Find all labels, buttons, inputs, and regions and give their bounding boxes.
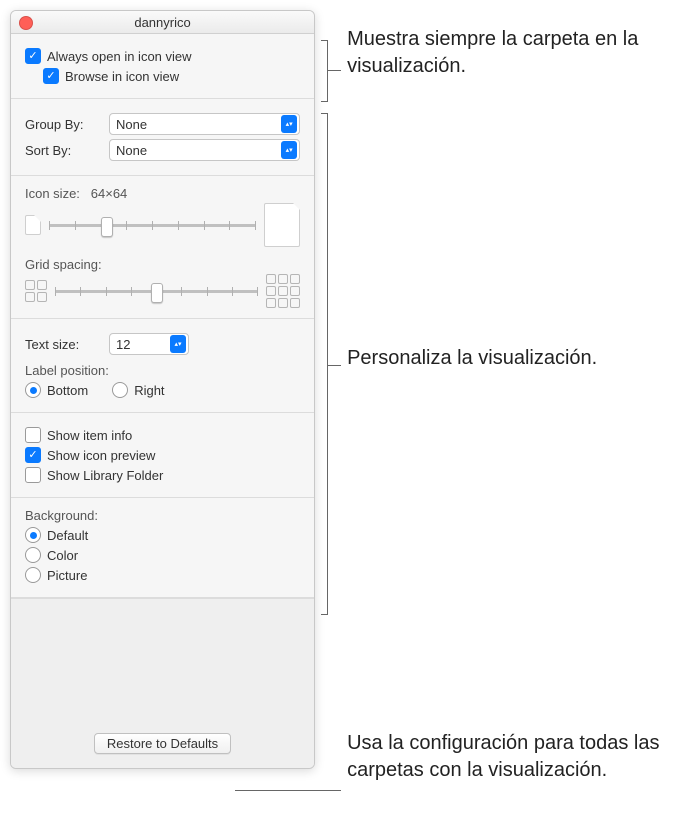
group-by-value: None [116, 117, 147, 132]
show-item-info-checkbox[interactable] [25, 427, 41, 443]
show-icon-preview-checkbox[interactable]: ✓ [25, 447, 41, 463]
label-right-text: Right [134, 383, 164, 398]
grid-spacing-slider[interactable] [55, 281, 258, 301]
group-by-select[interactable]: None ▴▾ [109, 113, 300, 135]
browse-checkbox[interactable]: ✓ [43, 68, 59, 84]
view-options-panel: dannyrico ✓ Always open in icon view ✓ B… [10, 10, 315, 769]
window-title: dannyrico [134, 15, 190, 30]
chevron-updown-icon: ▴▾ [170, 335, 186, 353]
grid-spacing-label: Grid spacing: [25, 257, 300, 272]
text-size-value: 12 [116, 337, 130, 352]
annotation-3: Usa la configuración para todas las carp… [347, 730, 663, 784]
grid-tight-icon [25, 280, 47, 302]
label-bottom-text: Bottom [47, 383, 88, 398]
always-open-label: Always open in icon view [47, 49, 192, 64]
bg-color-radio[interactable] [25, 547, 41, 563]
bg-color-label: Color [47, 548, 78, 563]
icon-size-label: Icon size: [25, 186, 80, 201]
restore-defaults-label: Restore to Defaults [107, 736, 218, 751]
file-small-icon [25, 215, 41, 235]
group-by-label: Group By: [25, 117, 103, 132]
show-icon-preview-label: Show icon preview [47, 448, 155, 463]
sort-by-label: Sort By: [25, 143, 103, 158]
titlebar: dannyrico [11, 11, 314, 34]
annotation-2: Personaliza la visualización. [347, 345, 597, 372]
browse-label: Browse in icon view [65, 69, 179, 84]
label-right-radio[interactable] [112, 382, 128, 398]
text-size-select[interactable]: 12 ▴▾ [109, 333, 189, 355]
bg-default-label: Default [47, 528, 88, 543]
background-label: Background: [25, 508, 300, 523]
show-library-checkbox[interactable] [25, 467, 41, 483]
text-size-label: Text size: [25, 337, 103, 352]
show-item-info-label: Show item info [47, 428, 132, 443]
icon-size-value: 64×64 [91, 186, 128, 201]
sort-by-value: None [116, 143, 147, 158]
bg-default-radio[interactable] [25, 527, 41, 543]
annotation-1: Muestra siempre la carpeta en la visuali… [347, 26, 663, 80]
file-large-icon [264, 203, 300, 247]
show-library-label: Show Library Folder [47, 468, 163, 483]
close-icon[interactable] [19, 16, 33, 30]
label-position-label: Label position: [25, 363, 300, 378]
chevron-updown-icon: ▴▾ [281, 115, 297, 133]
bg-picture-radio[interactable] [25, 567, 41, 583]
always-open-checkbox[interactable]: ✓ [25, 48, 41, 64]
bg-picture-label: Picture [47, 568, 87, 583]
icon-size-slider[interactable] [49, 215, 256, 235]
chevron-updown-icon: ▴▾ [281, 141, 297, 159]
grid-loose-icon [266, 274, 300, 308]
label-bottom-radio[interactable] [25, 382, 41, 398]
sort-by-select[interactable]: None ▴▾ [109, 139, 300, 161]
restore-defaults-button[interactable]: Restore to Defaults [94, 733, 231, 754]
